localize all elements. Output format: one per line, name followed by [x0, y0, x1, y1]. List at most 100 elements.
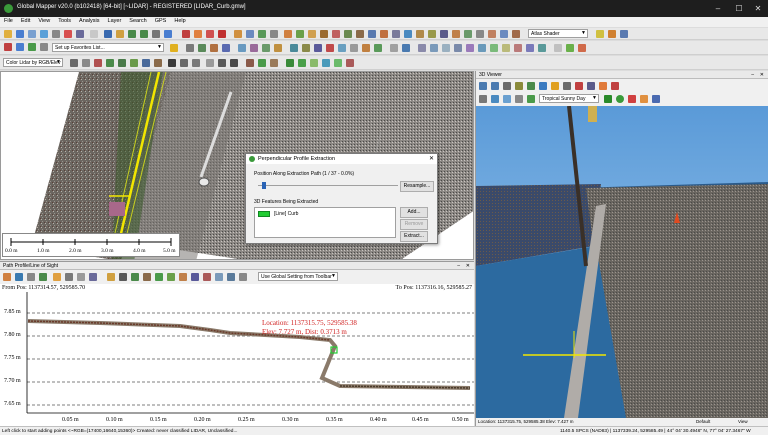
zoom-in-icon[interactable] [479, 82, 487, 90]
vegetation-icon[interactable] [258, 59, 266, 67]
grid-icon[interactable] [227, 273, 235, 281]
minimize-icon[interactable]: – [751, 72, 754, 78]
home-icon[interactable] [539, 82, 547, 90]
record-icon[interactable] [640, 95, 648, 103]
smooth-icon[interactable] [454, 44, 462, 52]
info-icon[interactable] [246, 30, 254, 38]
position-slider[interactable] [258, 182, 398, 189]
window-icon[interactable] [368, 30, 376, 38]
pointer-icon[interactable] [107, 273, 115, 281]
add-button[interactable]: Add... [400, 207, 428, 218]
slope-icon[interactable] [464, 30, 472, 38]
pan-icon[interactable] [116, 30, 124, 38]
camera-icon[interactable] [652, 95, 660, 103]
lidar-filter-icon[interactable] [70, 59, 78, 67]
save-icon[interactable] [15, 273, 23, 281]
pencil-icon[interactable] [234, 30, 242, 38]
classify-ground-icon[interactable] [286, 59, 294, 67]
sky-select[interactable]: Tropical Sunny Day ▼ [539, 94, 599, 103]
slider-thumb[interactable] [262, 182, 267, 189]
hand-icon[interactable] [53, 273, 61, 281]
terrain-icon[interactable] [284, 30, 292, 38]
remove-vertex-icon[interactable] [442, 44, 450, 52]
classify-icon[interactable] [332, 30, 340, 38]
simplify-icon[interactable] [466, 44, 474, 52]
pointer-icon[interactable] [168, 59, 176, 67]
menu-analysis[interactable]: Analysis [75, 17, 103, 25]
lasso-icon[interactable] [180, 59, 188, 67]
play-icon[interactable] [604, 95, 612, 103]
features-list[interactable]: [Line] Curb [254, 207, 396, 238]
view-shed-icon[interactable] [270, 30, 278, 38]
save-icon[interactable] [16, 30, 24, 38]
shade-icon[interactable] [428, 30, 436, 38]
contour-icon[interactable] [296, 30, 304, 38]
classify-veg-icon[interactable] [298, 59, 306, 67]
walk-icon[interactable] [503, 82, 511, 90]
ground-icon[interactable] [154, 59, 162, 67]
export-icon[interactable] [39, 273, 47, 281]
terrain-2-icon[interactable] [512, 30, 520, 38]
favorites-select[interactable]: Set up Favorites List... ▼ [52, 43, 164, 52]
rectangle-select-icon[interactable] [192, 59, 200, 67]
raster-icon[interactable] [500, 30, 508, 38]
noise-icon[interactable] [203, 273, 211, 281]
menu-search[interactable]: Search [125, 17, 150, 25]
ground-icon[interactable] [143, 273, 151, 281]
sun-icon[interactable] [551, 82, 559, 90]
menu-edit[interactable]: Edit [17, 17, 34, 25]
minus-icon[interactable] [578, 44, 586, 52]
path-profile-icon[interactable] [258, 30, 266, 38]
stop-icon[interactable] [40, 43, 48, 51]
stop-icon[interactable] [628, 95, 636, 103]
menu-file[interactable]: File [0, 17, 17, 25]
area-icon[interactable] [302, 44, 310, 52]
delete-icon[interactable] [206, 30, 214, 38]
pole-icon[interactable] [230, 59, 238, 67]
snap-icon[interactable] [290, 44, 298, 52]
options-icon[interactable] [554, 44, 562, 52]
feature-item[interactable]: [Line] Curb [274, 211, 298, 217]
lidar-class-icon[interactable] [82, 59, 90, 67]
maximize-icon[interactable]: ☐ [733, 3, 745, 14]
noise-icon[interactable] [206, 59, 214, 67]
line-icon[interactable] [314, 44, 322, 52]
building-icon[interactable] [142, 59, 150, 67]
shader-icon[interactable] [380, 30, 388, 38]
split-icon[interactable] [250, 44, 258, 52]
draw-icon[interactable] [119, 273, 127, 281]
menu-layer[interactable]: Layer [104, 17, 126, 25]
mesh-icon[interactable] [308, 30, 316, 38]
tree-2-icon[interactable] [130, 59, 138, 67]
close-icon[interactable]: ✕ [760, 72, 764, 78]
menu-view[interactable]: View [34, 17, 54, 25]
resample-button[interactable]: Resample... [400, 181, 434, 192]
profile-plot[interactable] [0, 284, 474, 427]
play-circle-icon[interactable] [616, 95, 624, 103]
minimize-icon[interactable]: – [712, 3, 724, 14]
measure-icon[interactable] [89, 273, 97, 281]
layer-order-icon[interactable] [416, 30, 424, 38]
classify-building-icon[interactable] [310, 59, 318, 67]
cursor-icon[interactable] [418, 44, 426, 52]
attribute-icon[interactable] [362, 44, 370, 52]
track-icon[interactable] [28, 43, 36, 51]
menu-tools[interactable]: Tools [54, 17, 75, 25]
segment-icon[interactable] [322, 59, 330, 67]
gps-icon[interactable] [16, 43, 24, 51]
minimize-icon[interactable]: – [457, 263, 460, 269]
3d-icon[interactable] [356, 30, 364, 38]
style-icon[interactable] [390, 44, 398, 52]
water-icon[interactable] [404, 30, 412, 38]
extract-icon[interactable] [490, 44, 498, 52]
lidar-setting-select[interactable]: Use Global Setting from Toolbar ▼ [258, 272, 338, 281]
copy-icon[interactable] [27, 273, 35, 281]
join-icon[interactable] [262, 44, 270, 52]
mountain-icon[interactable] [246, 59, 254, 67]
feature-icon[interactable] [344, 30, 352, 38]
zoom-icon[interactable] [65, 273, 73, 281]
tree-icon[interactable] [118, 59, 126, 67]
disk-icon[interactable] [28, 30, 36, 38]
home-icon[interactable] [164, 30, 172, 38]
remove-button[interactable]: Remove [400, 219, 428, 230]
